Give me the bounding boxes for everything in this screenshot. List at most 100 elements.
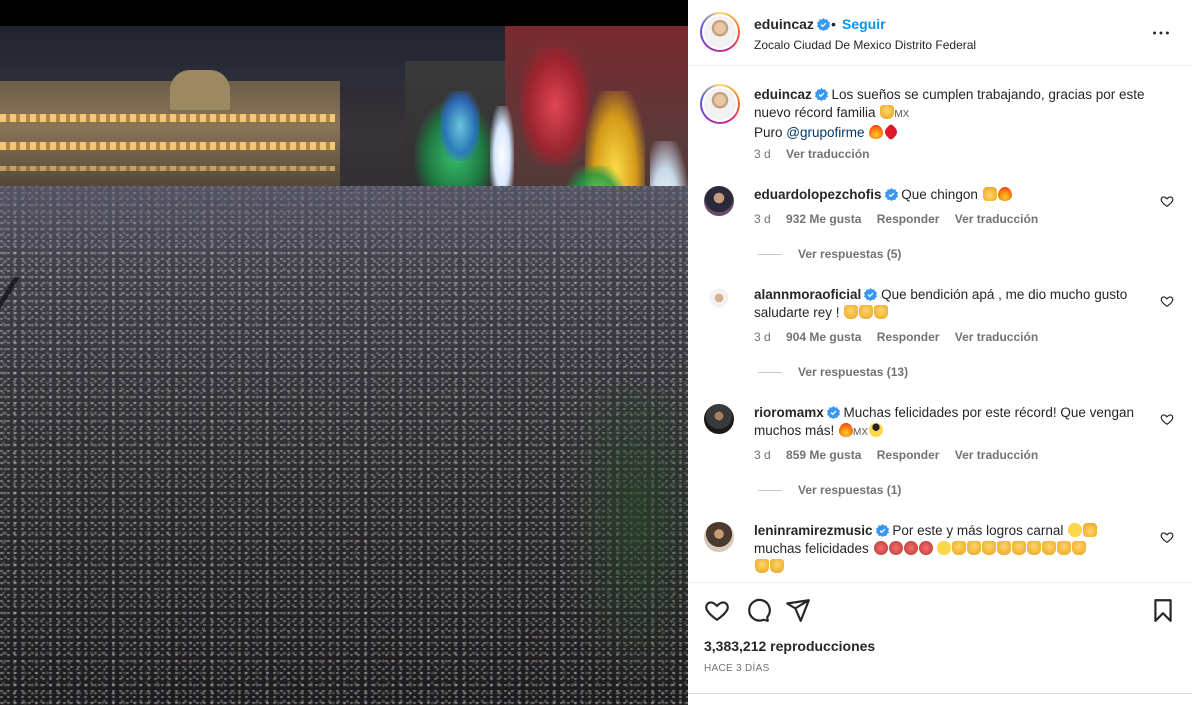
comment-body: alannmoraoficial Que bendición apá , me …: [754, 286, 1154, 322]
comment-like-heart-icon[interactable]: [1160, 194, 1174, 208]
post-side-panel: eduincaz • Seguir Zocalo Ciudad De Mexic…: [688, 0, 1192, 705]
comment-icon[interactable]: [745, 597, 771, 623]
comment-text: Por este y más logros carnal: [892, 523, 1064, 538]
praying-hands-emoji: [1012, 541, 1027, 555]
party-emoji: [873, 541, 888, 555]
video-palace-tower: [170, 70, 230, 110]
comment-meta: 3 d 859 Me gusta Responder Ver traducció…: [754, 448, 1050, 462]
praying-hands-emoji: [1027, 541, 1042, 555]
fire-emoji: [839, 423, 854, 437]
video-light-decoration: [520, 46, 590, 166]
verified-badge-icon: [826, 406, 840, 419]
video-palace-lights: [0, 142, 335, 150]
view-replies-button[interactable]: Ver respuestas (13): [758, 365, 908, 379]
commenter-avatar-image: [702, 520, 736, 554]
mexico-flag-emoji: MX: [853, 427, 869, 438]
praying-hands-emoji: [770, 559, 784, 573]
comment-meta: 3 d 904 Me gusta Responder Ver traducció…: [754, 330, 1050, 344]
comment-like-heart-icon[interactable]: [1160, 530, 1174, 544]
comments-list[interactable]: eduincaz Los sueños se cumplen trabajand…: [688, 66, 1192, 582]
verified-badge-icon: [864, 288, 878, 301]
view-replies-button[interactable]: Ver respuestas (1): [758, 483, 901, 497]
comment-like-heart-icon[interactable]: [1160, 412, 1174, 426]
heart-icon[interactable]: [704, 597, 730, 623]
media-top-bar: [0, 0, 688, 26]
fire-emoji: [869, 125, 884, 139]
view-replies-button[interactable]: Ver respuestas (5): [758, 247, 901, 261]
video-crowd-glow: [0, 186, 688, 266]
bookmark-icon[interactable]: [1150, 597, 1176, 623]
comment-text-line2: muchas felicidades: [754, 541, 869, 556]
more-options-icon[interactable]: [1150, 22, 1172, 44]
ok-hand-emoji: [1083, 523, 1098, 537]
view-count[interactable]: 3,383,212 reproducciones: [704, 638, 875, 654]
post-header: eduincaz • Seguir Zocalo Ciudad De Mexic…: [688, 0, 1192, 66]
comment-time: 3 d: [754, 330, 771, 344]
caption-body: eduincaz Los sueños se cumplen trabajand…: [754, 86, 1154, 142]
mexico-flag-emoji: MX: [894, 109, 910, 120]
commenter-avatar[interactable]: [702, 284, 736, 318]
praying-hands-emoji: [859, 305, 874, 319]
verified-badge-icon: [884, 188, 898, 201]
share-icon[interactable]: [785, 597, 811, 623]
caption-text: Los sueños se cumplen trabajando, gracia…: [754, 87, 1145, 120]
praying-hands-emoji: [1057, 541, 1072, 555]
comment-likes[interactable]: 859 Me gusta: [786, 448, 861, 462]
commenter-avatar[interactable]: [702, 520, 736, 554]
view-replies-label[interactable]: Ver respuestas (1): [798, 483, 901, 497]
follow-button[interactable]: Seguir: [842, 16, 886, 32]
video-light-decoration: [440, 91, 480, 161]
post-viewer: eduincaz • Seguir Zocalo Ciudad De Mexic…: [0, 0, 1192, 705]
author-avatar[interactable]: [700, 12, 740, 52]
comment-translate-link[interactable]: Ver traducción: [955, 448, 1038, 462]
caption-text-line2: Puro: [754, 125, 783, 140]
video-palace-lights: [0, 114, 335, 122]
comment-username[interactable]: leninramirezmusic: [754, 523, 873, 538]
post-location[interactable]: Zocalo Ciudad De Mexico Distrito Federal: [754, 38, 976, 52]
author-username[interactable]: eduincaz: [754, 16, 830, 32]
praying-hands-emoji: [997, 541, 1012, 555]
grimace-emoji: [1068, 523, 1083, 537]
replies-line: [758, 372, 782, 374]
bottle-emoji: [888, 541, 903, 555]
praying-hands-emoji: [982, 541, 997, 555]
comment-translate-link[interactable]: Ver traducción: [955, 330, 1038, 344]
author-avatar-image: [702, 14, 738, 50]
comment-like-heart-icon[interactable]: [1160, 294, 1174, 308]
replies-line: [758, 490, 782, 492]
comment-time: 3 d: [754, 212, 771, 226]
commenter-avatar-image: [702, 402, 736, 436]
divider: [688, 693, 1192, 694]
post-date[interactable]: HACE 3 DÍAS: [704, 663, 770, 674]
post-video[interactable]: [0, 26, 688, 705]
caption-mention[interactable]: @grupofirme: [786, 125, 864, 140]
commenter-avatar[interactable]: [702, 402, 736, 436]
comment-likes[interactable]: 904 Me gusta: [786, 330, 861, 344]
raised-hands-emoji: [982, 187, 997, 201]
author-username-text[interactable]: eduincaz: [754, 16, 814, 32]
post-actions: 3,383,212 reproducciones HACE 3 DÍAS: [688, 582, 1192, 705]
comment-reply-button[interactable]: Responder: [877, 212, 940, 226]
comment-username[interactable]: eduardolopezchofis: [754, 187, 882, 202]
comment-reply-button[interactable]: Responder: [877, 330, 940, 344]
confetti-emoji: [903, 541, 918, 555]
praying-hands-emoji: [1042, 541, 1057, 555]
commenter-avatar[interactable]: [702, 184, 736, 218]
caption-translate-link[interactable]: Ver traducción: [786, 147, 869, 161]
comment-username[interactable]: alannmoraoficial: [754, 287, 861, 302]
praying-hands-emoji: [755, 559, 769, 573]
video-trees: [560, 386, 688, 705]
header-separator: •: [831, 16, 836, 32]
comment-reply-button[interactable]: Responder: [877, 448, 940, 462]
comment-username[interactable]: rioromamx: [754, 405, 824, 420]
comment-translate-link[interactable]: Ver traducción: [955, 212, 1038, 226]
commenter-avatar-image: [702, 284, 736, 318]
caption-username[interactable]: eduincaz: [754, 87, 812, 102]
praying-hands-emoji: [844, 305, 859, 319]
view-replies-label[interactable]: Ver respuestas (13): [798, 365, 908, 379]
comment-likes[interactable]: 932 Me gusta: [786, 212, 861, 226]
caption-avatar-image: [702, 86, 738, 122]
caption-avatar[interactable]: [700, 84, 740, 124]
view-replies-label[interactable]: Ver respuestas (5): [798, 247, 901, 261]
heart-emoji: [882, 123, 900, 141]
